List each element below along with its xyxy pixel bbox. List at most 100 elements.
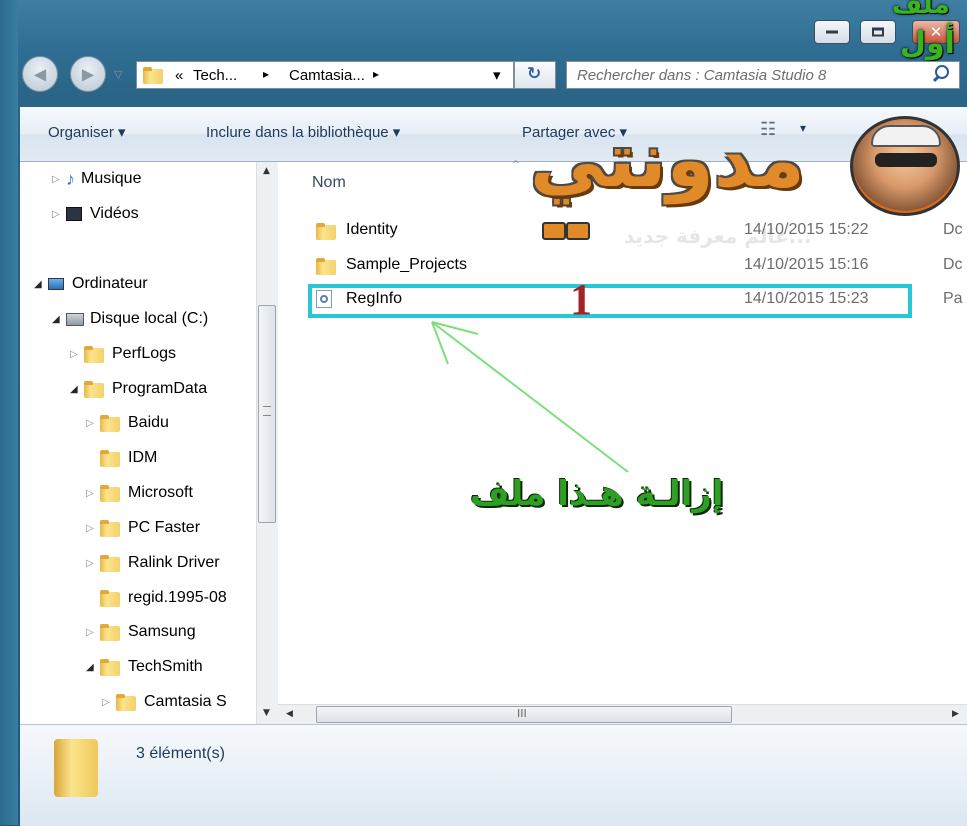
expand-icon[interactable]: ▷	[86, 627, 100, 638]
sort-indicator-icon: ^	[512, 160, 520, 170]
video-icon	[66, 207, 82, 221]
navigation-pane: ▷ ♪ Musique ▷ Vidéos ◢ Ordinateur ◢ Disq…	[20, 162, 276, 724]
folder-icon	[84, 345, 104, 363]
refresh-button[interactable]: ↻	[514, 61, 556, 89]
address-segment-root[interactable]: «	[175, 67, 183, 84]
nav-item-ralink-driver[interactable]: ▷ Ralink Driver	[86, 548, 220, 578]
nav-item-videos[interactable]: ▷ Vidéos	[52, 199, 139, 229]
expand-icon[interactable]: ▷	[86, 523, 100, 534]
music-icon: ♪	[66, 168, 75, 189]
minimize-button[interactable]	[814, 20, 850, 44]
nav-item-idm[interactable]: IDM	[86, 443, 157, 473]
maximize-icon	[872, 27, 884, 37]
folder-icon	[116, 693, 136, 711]
window-border-left	[0, 0, 18, 825]
expand-icon[interactable]: ▷	[70, 349, 84, 360]
nav-item-label: Vidéos	[90, 205, 139, 222]
folder-icon	[100, 658, 120, 676]
address-chevron[interactable]: ▸	[263, 67, 269, 81]
recent-pages-dropdown[interactable]: ▽	[114, 68, 122, 81]
nav-item-label: regid.1995-08	[128, 589, 227, 606]
nav-item-ordinateur[interactable]: ◢ Ordinateur	[34, 269, 148, 299]
nav-item-perflogs[interactable]: ▷ PerfLogs	[70, 339, 176, 369]
search-input[interactable]: Rechercher dans : Camtasia Studio 8	[566, 61, 960, 89]
nav-item-label: TechSmith	[128, 658, 203, 675]
address-segment-camtasia[interactable]: Camtasia...	[289, 67, 365, 84]
back-arrow-icon: ◀	[33, 64, 47, 84]
nav-item-regid[interactable]: regid.1995-08	[86, 583, 227, 613]
nav-item-programdata[interactable]: ◢ ProgramData	[70, 374, 207, 404]
scroll-down-icon[interactable]: ▼	[263, 708, 270, 718]
folder-icon	[316, 223, 336, 240]
file-name: Sample_Projects	[346, 256, 467, 273]
maximize-button[interactable]	[860, 20, 896, 44]
corner-watermark-top: ملف	[892, 0, 950, 20]
folder-icon	[100, 623, 120, 641]
folder-icon	[143, 67, 163, 84]
folder-icon	[100, 519, 120, 537]
nav-item-label: ProgramData	[112, 380, 208, 397]
nav-item-techsmith[interactable]: ◢ TechSmith	[86, 652, 203, 682]
file-type: Pa	[943, 290, 963, 307]
nav-item-microsoft[interactable]: ▷ Microsoft	[86, 478, 193, 508]
file-name: Identity	[346, 221, 398, 238]
scroll-right-icon[interactable]: ▶	[952, 709, 959, 719]
scroll-left-icon[interactable]: ◀	[286, 709, 293, 719]
address-bar[interactable]: « Tech... ▸ Camtasia... ▸ ▾	[136, 61, 514, 89]
expand-icon[interactable]: ▷	[86, 488, 100, 499]
nav-item-label: IDM	[128, 449, 158, 466]
expand-icon[interactable]: ▷	[86, 558, 100, 569]
include-in-library-menu[interactable]: Inclure dans la bibliothèque ▾	[206, 123, 400, 141]
item-count: 3 élément(s)	[136, 745, 225, 762]
address-dropdown-icon[interactable]: ▾	[493, 66, 501, 84]
nav-item-label: Samsung	[128, 623, 196, 640]
folder-icon	[100, 414, 120, 432]
expand-icon[interactable]: ▷	[86, 418, 100, 429]
collapse-icon[interactable]: ◢	[34, 279, 48, 290]
nav-item-baidu[interactable]: ▷ Baidu	[86, 408, 169, 438]
thumb-grip-icon: III	[517, 707, 527, 720]
folder-icon	[100, 484, 120, 502]
nav-item-samsung[interactable]: ▷ Samsung	[86, 617, 196, 647]
nav-item-musique[interactable]: ▷ ♪ Musique	[52, 164, 141, 194]
collapse-icon[interactable]: ◢	[86, 662, 100, 673]
expand-icon[interactable]: ▷	[102, 697, 116, 708]
collapse-icon[interactable]: ◢	[70, 384, 84, 395]
folder-icon	[100, 449, 120, 467]
collapse-icon[interactable]: ◢	[52, 314, 66, 325]
nav-item-label: Microsoft	[128, 484, 193, 501]
nav-item-label: Ralink Driver	[128, 554, 220, 571]
highlight-box	[308, 284, 912, 318]
nav-item-label: Disque local (C:)	[90, 310, 209, 327]
thumb-grip-icon	[263, 406, 271, 416]
nav-item-label: Baidu	[128, 414, 169, 431]
expand-icon[interactable]: ▷	[52, 174, 66, 185]
nav-item-label: PC Faster	[128, 519, 201, 536]
nav-scroll-thumb[interactable]	[258, 305, 276, 523]
address-segment-techsmith[interactable]: Tech...	[193, 67, 237, 84]
nav-item-camtasia-studio[interactable]: ▷ Camtasia S	[102, 687, 227, 717]
minimize-icon	[826, 30, 838, 34]
folder-icon	[100, 554, 120, 572]
watermark-logo: مدونتي	[520, 110, 965, 240]
file-list-pane: Nom ^ عالم معرفة جديد... Identity 14/10/…	[278, 160, 967, 724]
address-chevron-end[interactable]: ▸	[373, 67, 379, 81]
file-row-sample-projects[interactable]: Sample_Projects 14/10/2015 15:16 Dc	[316, 251, 966, 281]
content-scroll-thumb[interactable]: III	[316, 706, 732, 723]
forward-button[interactable]: ▶	[70, 56, 106, 92]
expand-icon[interactable]: ▷	[52, 209, 66, 220]
file-date: 14/10/2015 15:16	[744, 256, 869, 273]
forward-arrow-icon: ▶	[81, 64, 95, 84]
annotation-number: 1	[570, 275, 592, 324]
organize-menu[interactable]: Organiser ▾	[48, 123, 126, 141]
refresh-icon: ↻	[527, 64, 542, 84]
nav-item-disque-local[interactable]: ◢ Disque local (C:)	[52, 304, 208, 334]
folder-icon	[100, 589, 120, 607]
nav-item-pc-faster[interactable]: ▷ PC Faster	[86, 513, 200, 543]
folder-icon	[316, 258, 336, 275]
column-header-name[interactable]: Nom	[312, 174, 346, 192]
nav-item-label: Camtasia S	[144, 693, 227, 710]
scroll-up-icon[interactable]: ▲	[263, 166, 270, 176]
watermark-logo-text: مدونتي	[530, 115, 805, 204]
back-button[interactable]: ◀	[22, 56, 58, 92]
